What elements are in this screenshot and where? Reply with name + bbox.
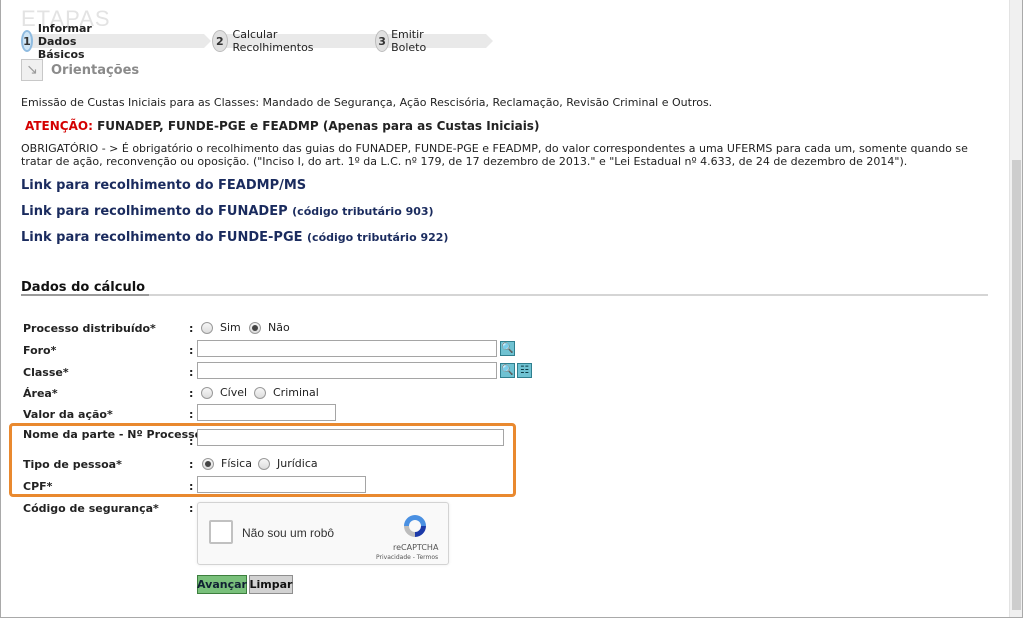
- link-funadep-text[interactable]: Link para recolhimento do FUNADEP: [21, 204, 288, 219]
- intro-text: Emissão de Custas Iniciais para as Class…: [21, 96, 713, 109]
- foro-label: Foro*: [23, 344, 57, 357]
- cpf-label: CPF*: [23, 480, 53, 493]
- processo-nao-label: Não: [268, 321, 290, 334]
- foro-input[interactable]: [197, 340, 497, 357]
- limpar-button[interactable]: Limpar: [249, 575, 293, 594]
- area-label: Área*: [23, 387, 58, 400]
- link-funadep-code: (código tributário 903): [292, 205, 434, 218]
- attention-label: ATENÇÃO:: [25, 119, 93, 133]
- step-3-label: Emitir Boleto: [391, 28, 427, 54]
- processo-sim-radio[interactable]: [201, 321, 213, 334]
- step-2-label: Calcular Recolhimentos: [232, 28, 314, 54]
- arrow-down-right-icon: ↘: [21, 59, 43, 81]
- recaptcha-checkbox[interactable]: [209, 520, 233, 544]
- tipo-juridica-label: Jurídica: [277, 457, 318, 470]
- tipo-fisica-option[interactable]: Física: [202, 457, 252, 470]
- vertical-scrollbar[interactable]: [1009, 0, 1022, 617]
- processo-label: Processo distribuído*: [23, 322, 156, 335]
- attention-line: ATENÇÃO: FUNADEP, FUNDE-PGE e FEADMP (Ap…: [25, 119, 539, 133]
- obrigatorio-text: OBRIGATÓRIO - > É obrigatório o recolhim…: [21, 142, 968, 168]
- colon: :: [189, 344, 194, 357]
- recaptcha-brand: reCAPTCHA: [393, 543, 439, 552]
- colon: :: [189, 458, 194, 471]
- processo-sim-option[interactable]: Sim: [201, 321, 241, 334]
- page-frame: [0, 0, 1023, 618]
- recaptcha-logo-icon: [404, 515, 426, 537]
- area-civel-option[interactable]: Cível: [201, 386, 247, 399]
- link-feadmp[interactable]: Link para recolhimento do FEADMP/MS: [21, 178, 306, 193]
- link-feadmp-text[interactable]: Link para recolhimento do FEADMP/MS: [21, 178, 306, 193]
- colon: :: [189, 322, 194, 335]
- cpf-input[interactable]: [197, 476, 366, 493]
- scrollbar-thumb[interactable]: [1012, 160, 1021, 610]
- area-civel-radio[interactable]: [201, 386, 213, 399]
- valor-input[interactable]: [197, 404, 336, 421]
- area-criminal-option[interactable]: Criminal: [254, 386, 319, 399]
- orientacoes-header: ↘ Orientações: [21, 59, 139, 81]
- area-criminal-label: Criminal: [273, 386, 319, 399]
- colon: :: [189, 387, 194, 400]
- avancar-button[interactable]: Avançar: [197, 575, 247, 594]
- colon: :: [189, 408, 194, 421]
- step-2: 2 Calcular Recolhimentos: [212, 28, 384, 54]
- recaptcha-widget: Não sou um robô reCAPTCHA Privacidade - …: [197, 502, 449, 565]
- step-1-number: 1: [21, 30, 33, 52]
- processo-nao-option[interactable]: Não: [249, 321, 290, 334]
- step-3: 3 Emitir Boleto: [375, 28, 493, 54]
- area-criminal-radio[interactable]: [254, 386, 266, 399]
- processo-nao-radio[interactable]: [249, 321, 261, 334]
- recaptcha-terms-link[interactable]: Privacidade - Termos: [376, 554, 438, 561]
- step-2-number: 2: [212, 30, 228, 52]
- section-title: Dados do cálculo: [21, 280, 146, 295]
- valor-label: Valor da ação*: [23, 408, 113, 421]
- area-civel-label: Cível: [220, 386, 248, 399]
- step-1-label: Informar Dados Básicos: [37, 21, 92, 61]
- colon: :: [189, 366, 194, 379]
- step-1: 1 Informar Dados Básicos: [21, 22, 211, 61]
- classe-search-icon[interactable]: 🔍: [500, 363, 515, 378]
- classe-input[interactable]: [197, 362, 497, 379]
- link-funde-pge[interactable]: Link para recolhimento do FUNDE-PGE (cód…: [21, 230, 448, 245]
- colon: :: [189, 502, 194, 515]
- foro-search-icon[interactable]: 🔍: [500, 341, 515, 356]
- colon: :: [189, 480, 194, 493]
- link-funde-pge-text[interactable]: Link para recolhimento do FUNDE-PGE: [21, 230, 303, 245]
- colon: :: [189, 435, 194, 448]
- orientacoes-label: Orientações: [51, 62, 140, 78]
- tipo-juridica-radio[interactable]: [258, 457, 270, 470]
- tipo-fisica-label: Física: [221, 457, 252, 470]
- link-funde-pge-code: (código tributário 922): [307, 231, 449, 244]
- processo-sim-label: Sim: [220, 321, 241, 334]
- classe-label: Classe*: [23, 366, 69, 379]
- nome-parte-label: Nome da parte - Nº Processo*: [23, 428, 208, 441]
- nome-parte-input[interactable]: [197, 429, 504, 446]
- classe-tree-icon[interactable]: ☷: [517, 363, 532, 378]
- recaptcha-text: Não sou um robô: [242, 526, 335, 540]
- tipo-pessoa-label: Tipo de pessoa*: [23, 458, 122, 471]
- codigo-seguranca-label: Código de segurança*: [23, 502, 159, 515]
- link-funadep[interactable]: Link para recolhimento do FUNADEP (códig…: [21, 204, 434, 219]
- section-divider: [21, 294, 988, 296]
- tipo-fisica-radio[interactable]: [202, 457, 214, 470]
- tipo-juridica-option[interactable]: Jurídica: [258, 457, 318, 470]
- attention-text: FUNADEP, FUNDE-PGE e FEADMP (Apenas para…: [97, 119, 540, 133]
- step-3-number: 3: [375, 30, 390, 52]
